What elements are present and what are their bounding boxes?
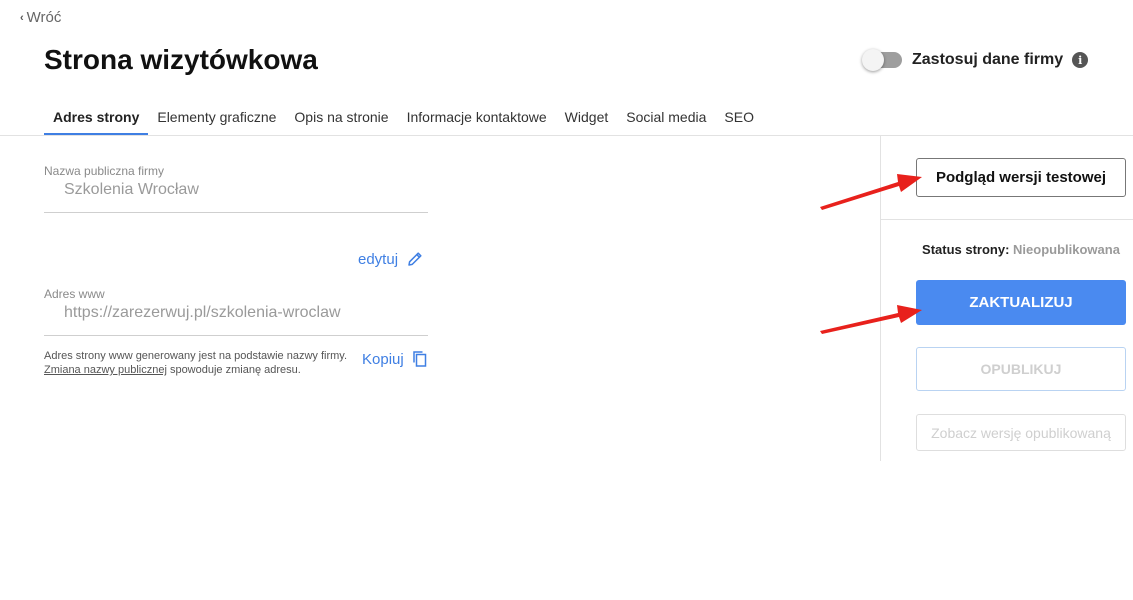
publish-button[interactable]: OPUBLIKUJ	[916, 347, 1126, 391]
status-label: Status strony:	[922, 242, 1014, 257]
back-link[interactable]: ‹ Wróć	[20, 9, 61, 26]
tab-elementy-graficzne[interactable]: Elementy graficzne	[148, 100, 285, 135]
arrow-to-update	[820, 305, 922, 334]
sidebar-divider	[880, 219, 1133, 220]
tab-adres-strony[interactable]: Adres strony	[44, 100, 149, 135]
tab-opis-na-stronie[interactable]: Opis na stronie	[285, 100, 397, 135]
status-value: Nieopublikowana	[1013, 242, 1120, 257]
hint-line-2-rest: spowoduje zmianę adresu.	[166, 364, 301, 376]
edit-button[interactable]: edytuj	[358, 250, 424, 268]
tab-bar: Adres strony Elementy graficzne Opis na …	[44, 100, 763, 135]
toggle-label: Zastosuj dane firmy	[912, 51, 1064, 68]
copy-icon	[412, 351, 426, 367]
www-label: Adres www	[44, 287, 105, 301]
www-underline	[44, 335, 428, 336]
chevron-left-icon: ‹	[20, 11, 24, 24]
pencil-icon	[408, 252, 422, 266]
arrow-to-preview	[820, 174, 922, 210]
column-divider	[880, 136, 881, 461]
back-label: Wróć	[26, 9, 62, 26]
toggle-knob	[862, 49, 884, 71]
edit-label: edytuj	[358, 250, 399, 268]
view-published-button[interactable]: Zobacz wersję opublikowaną	[916, 414, 1126, 451]
copy-label: Kopiuj	[362, 350, 404, 368]
company-data-toggle[interactable]	[862, 49, 902, 71]
info-icon[interactable]: i	[1072, 52, 1089, 68]
page-title: Strona wizytówkowa	[44, 44, 318, 75]
tabs-divider	[0, 135, 1133, 136]
tab-seo[interactable]: SEO	[715, 100, 763, 135]
company-name-underline	[44, 212, 428, 213]
hint-line-2: Zmiana nazwy publicznej spowoduje zmianę…	[44, 363, 354, 377]
preview-test-version-button[interactable]: Podgląd wersji testowej	[916, 158, 1126, 197]
www-hint: Adres strony www generowany jest na pods…	[44, 349, 354, 377]
tab-widget[interactable]: Widget	[556, 100, 618, 135]
www-value: https://zarezerwuj.pl/szkolenia-wroclaw	[64, 304, 341, 321]
tab-informacje-kontaktowe[interactable]: Informacje kontaktowe	[398, 100, 556, 135]
company-data-toggle-group: Zastosuj dane firmy i	[862, 49, 1089, 71]
company-name-value: Szkolenia Wrocław	[64, 181, 199, 198]
update-button[interactable]: ZAKTUALIZUJ	[916, 280, 1126, 325]
page-status: Status strony: Nieopublikowana	[916, 242, 1126, 257]
copy-button[interactable]: Kopiuj	[362, 350, 428, 368]
tab-social-media[interactable]: Social media	[617, 100, 715, 135]
hint-line-1: Adres strony www generowany jest na pods…	[44, 350, 348, 362]
rename-public-name-link[interactable]: Zmiana nazwy publicznej	[44, 364, 167, 376]
company-name-label: Nazwa publiczna firmy	[44, 164, 165, 178]
